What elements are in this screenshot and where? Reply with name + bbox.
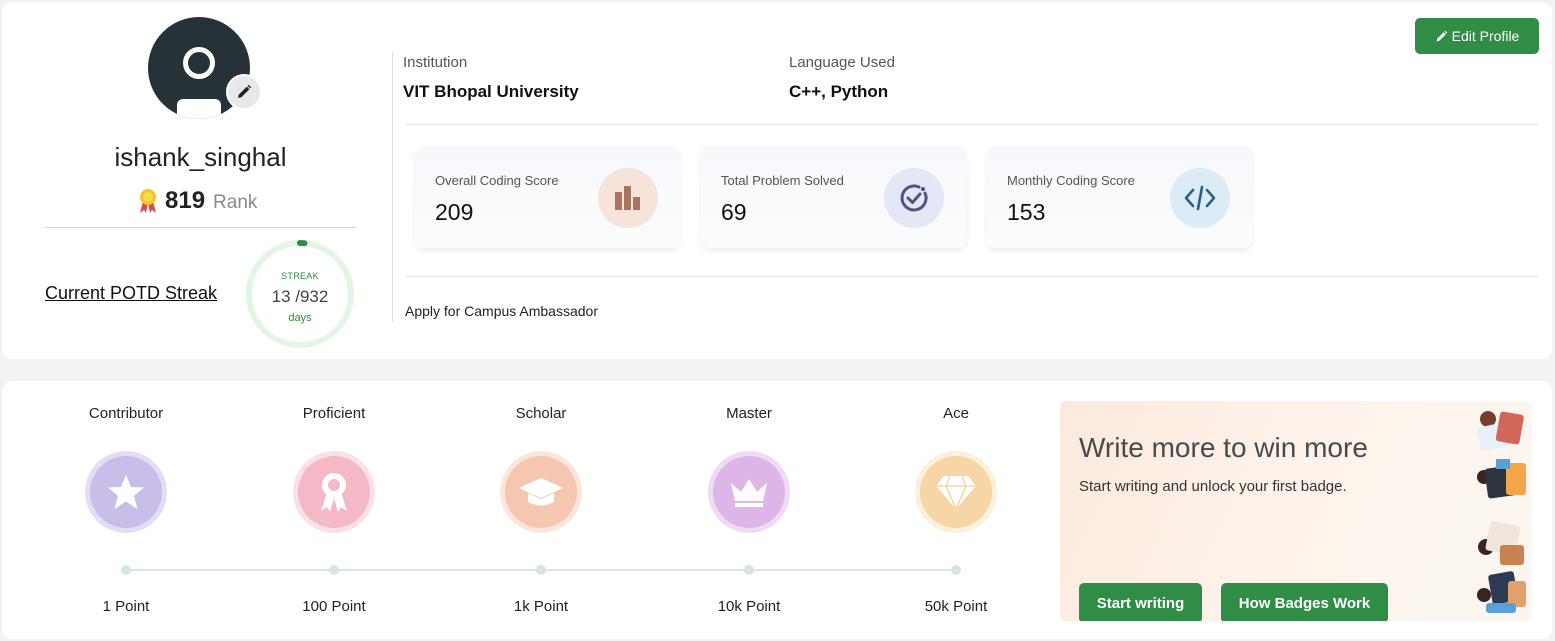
- pencil-icon: [238, 84, 252, 98]
- badge-progress-dot: [536, 565, 546, 575]
- edit-avatar-button[interactable]: [226, 74, 262, 110]
- institution-label: Institution: [403, 54, 468, 71]
- badge-progress-dot: [951, 565, 961, 575]
- streak-counter: STREAK 13 /932 days: [245, 239, 355, 349]
- username: ishank_singhal: [114, 142, 287, 172]
- write-more-promo: Write more to win more Start writing and…: [1060, 401, 1532, 621]
- code-icon: [1170, 168, 1230, 228]
- streak-label: STREAK: [281, 271, 319, 281]
- crown-icon: [708, 451, 790, 533]
- check-circle-icon: [884, 168, 944, 228]
- language-label: Language Used: [789, 54, 895, 71]
- badge-name: Ace: [943, 405, 969, 422]
- badge-points: 100 Point: [302, 598, 366, 615]
- total-problem-solved-card: Total Problem Solved 69: [701, 147, 966, 248]
- streak-value: 13 /932: [271, 287, 329, 306]
- divider: [405, 124, 1539, 125]
- badge-points: 1k Point: [513, 598, 569, 615]
- rank-label: Rank: [213, 191, 258, 213]
- divider: [45, 227, 356, 228]
- badge-progress-dot: [329, 565, 339, 575]
- badge-name: Proficient: [302, 405, 366, 422]
- medal-icon: [140, 189, 156, 213]
- badges-card: Contributor 1 Point Proficient 100 Point…: [2, 381, 1552, 639]
- institution-value: VIT Bhopal University: [403, 82, 579, 101]
- potd-streak-link[interactable]: Current POTD Streak: [45, 283, 217, 304]
- badge-progress-dot: [121, 565, 131, 575]
- badge-name: Contributor: [88, 405, 164, 422]
- divider: [405, 276, 1539, 277]
- score-value: 69: [721, 199, 747, 225]
- bar-chart-icon: [598, 168, 658, 228]
- pencil-icon: [1436, 30, 1447, 41]
- promo-title: Write more to win more: [1079, 432, 1368, 463]
- overall-coding-score-card: Overall Coding Score 209: [415, 147, 680, 248]
- star-icon: [85, 451, 167, 533]
- profile-card: ishank_singhal 819 Rank Current POTD Str…: [2, 2, 1552, 359]
- avatar-body-shape: [177, 99, 221, 119]
- score-title: Monthly Coding Score: [1007, 173, 1135, 188]
- score-title: Total Problem Solved: [721, 173, 844, 188]
- language-value: C++, Python: [789, 82, 889, 101]
- ribbon-icon: [293, 451, 375, 533]
- badge-points: 50k Point: [924, 598, 988, 615]
- edit-profile-label: Edit Profile: [1451, 28, 1520, 44]
- how-badges-work-button[interactable]: How Badges Work: [1221, 583, 1388, 621]
- score-value: 209: [435, 199, 474, 225]
- badge-progress-dot: [744, 565, 754, 575]
- diamond-icon: [915, 451, 997, 533]
- monthly-coding-score-card: Monthly Coding Score 153: [987, 147, 1252, 248]
- rank-row: 819 Rank: [137, 187, 257, 215]
- avatar-head-shape: [183, 47, 215, 79]
- start-writing-button[interactable]: Start writing: [1079, 583, 1202, 621]
- edit-profile-button[interactable]: Edit Profile: [1415, 18, 1539, 54]
- badge-points: 10k Point: [717, 598, 781, 615]
- score-title: Overall Coding Score: [435, 173, 559, 188]
- badge-name: Scholar: [515, 405, 567, 422]
- score-value: 153: [1007, 199, 1046, 225]
- badge-name: Master: [726, 405, 772, 422]
- people-reading-illustration: [1476, 411, 1526, 613]
- rank-value: 819: [165, 187, 206, 214]
- badge-points: 1 Point: [102, 598, 150, 615]
- vertical-divider: [392, 52, 393, 322]
- promo-subtitle: Start writing and unlock your first badg…: [1079, 478, 1347, 495]
- campus-ambassador-link[interactable]: Apply for Campus Ambassador: [405, 303, 598, 319]
- streak-unit: days: [288, 312, 312, 324]
- graduation-cap-icon: [500, 451, 582, 533]
